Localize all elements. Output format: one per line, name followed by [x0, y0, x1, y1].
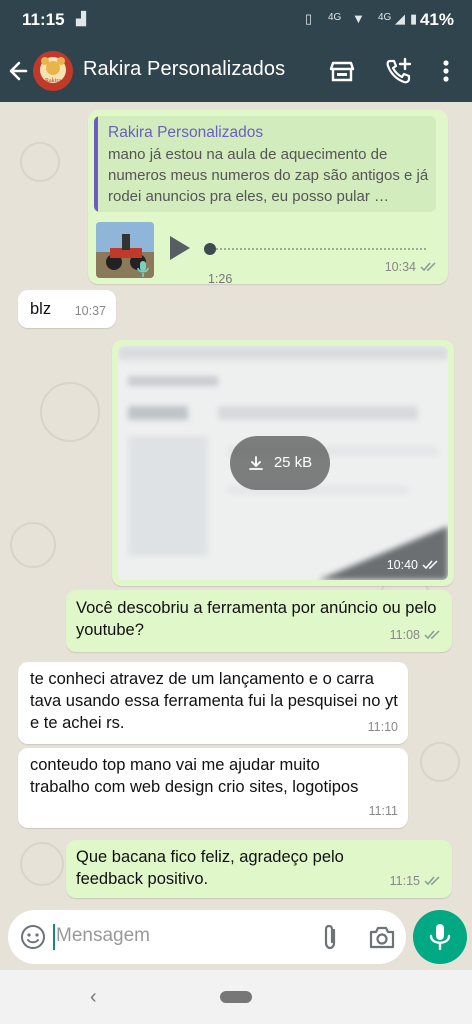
battery-percent: 41%: [419, 10, 454, 29]
message-meta: 11:11: [369, 800, 398, 822]
status-bar: 11:15 ▟ ▯ 4G ▼ 4G ◢ ▮ 41%: [0, 0, 472, 40]
image-attachment[interactable]: 25 kB: [118, 346, 448, 580]
battery-icon: ▮: [410, 11, 418, 26]
message-bubble-outgoing[interactable]: Rakira Personalizados mano já estou na a…: [88, 110, 448, 286]
input-placeholder: Mensagem: [56, 925, 150, 946]
double-check-icon: [420, 262, 436, 272]
message-list[interactable]: Rakira Personalizados mano já estou na a…: [0, 102, 472, 908]
nav-home-pill[interactable]: [220, 991, 252, 1003]
wallpaper-doodle: [20, 142, 60, 182]
vibrate-icon: ▯: [305, 11, 313, 26]
download-size: 25 kB: [273, 454, 313, 471]
message-text: Que bacana fico feliz, agradeço pelo fee…: [76, 848, 344, 888]
status-time: 11:15: [22, 10, 65, 29]
contact-avatar[interactable]: Rakira: [33, 51, 73, 91]
play-icon[interactable]: [168, 234, 192, 262]
emoji-icon[interactable]: [20, 924, 46, 950]
message-meta: 11:10: [368, 716, 398, 738]
mic-small-icon: [137, 261, 149, 277]
message-time: 11:08: [389, 628, 420, 642]
message-time: 11:15: [389, 874, 420, 888]
message-input[interactable]: Mensagem: [8, 910, 406, 964]
network-type: 4G: [328, 12, 342, 23]
wallpaper-doodle: [420, 742, 460, 782]
wallpaper-doodle: [40, 382, 100, 442]
message-bubble-outgoing[interactable]: Que bacana fico feliz, agradeço pelo fee…: [66, 840, 452, 898]
contact-name[interactable]: Rakira Personalizados: [83, 58, 285, 81]
message-bubble-incoming[interactable]: te conheci atravez de um lançamento e o …: [18, 662, 408, 744]
message-time: 11:11: [368, 804, 398, 818]
audio-seek-handle[interactable]: [204, 243, 216, 255]
message-time: 10:40: [386, 558, 418, 572]
message-text: te conheci atravez de um lançamento e o …: [30, 670, 398, 732]
quote-sender-name: Rakira Personalizados: [108, 124, 264, 141]
message-bubble-incoming[interactable]: blz 10:37: [18, 290, 116, 328]
wallpaper-doodle: [20, 842, 64, 886]
double-check-icon: [422, 560, 438, 570]
mic-button[interactable]: [413, 910, 467, 964]
download-button[interactable]: 25 kB: [230, 436, 330, 490]
text-caret: [53, 924, 55, 950]
store-icon[interactable]: [326, 55, 358, 87]
double-check-icon: [424, 630, 440, 640]
chat-header: Rakira Rakira Personalizados: [0, 40, 472, 102]
wifi-icon: ▼: [352, 11, 365, 26]
message-meta: 11:08: [390, 624, 442, 646]
message-text: conteudo top mano vai me ajudar muito tr…: [30, 756, 359, 796]
attach-icon[interactable]: [318, 922, 342, 952]
message-text: blz: [30, 300, 52, 318]
avatar-logo-text: Rakira: [45, 78, 61, 84]
download-icon: [248, 456, 263, 470]
quote-accent-bar: [94, 116, 98, 212]
message-bubble-outgoing[interactable]: 25 kB 10:40: [112, 340, 454, 586]
double-check-icon: [424, 876, 440, 886]
add-call-icon[interactable]: [382, 55, 414, 87]
message-bubble-outgoing[interactable]: Você descobriu a ferramenta por anúncio …: [66, 590, 452, 652]
system-nav-bar: ‹: [0, 970, 472, 1024]
composer-bar: Mensagem: [0, 908, 472, 970]
audio-duration: 1:26: [208, 272, 233, 286]
message-time: 10:37: [74, 304, 106, 318]
mic-icon: [429, 924, 451, 951]
signal-icon: ▟: [76, 11, 86, 26]
message-time: 10:34: [384, 260, 416, 274]
audio-sender-avatar: [96, 222, 154, 278]
quoted-message[interactable]: Rakira Personalizados mano já estou na a…: [94, 116, 436, 212]
audio-waveform[interactable]: [216, 248, 426, 250]
back-arrow-icon[interactable]: [6, 54, 32, 88]
message-meta: 10:37: [75, 300, 106, 322]
cell-signal-icon: ◢: [395, 11, 405, 26]
more-vert-icon[interactable]: [430, 55, 462, 87]
nav-back-icon[interactable]: ‹: [90, 986, 97, 1009]
message-meta: 10:40: [387, 554, 440, 576]
network-type-2: 4G: [378, 12, 392, 23]
message-meta: 10:34: [385, 256, 438, 278]
message-meta: 11:15: [390, 870, 442, 892]
message-time: 11:10: [367, 720, 398, 734]
message-bubble-incoming[interactable]: conteudo top mano vai me ajudar muito tr…: [18, 748, 408, 828]
wallpaper-doodle: [10, 522, 56, 568]
quote-text: mano já estou na aula de aquecimento de …: [108, 146, 429, 205]
camera-icon[interactable]: [368, 924, 396, 950]
